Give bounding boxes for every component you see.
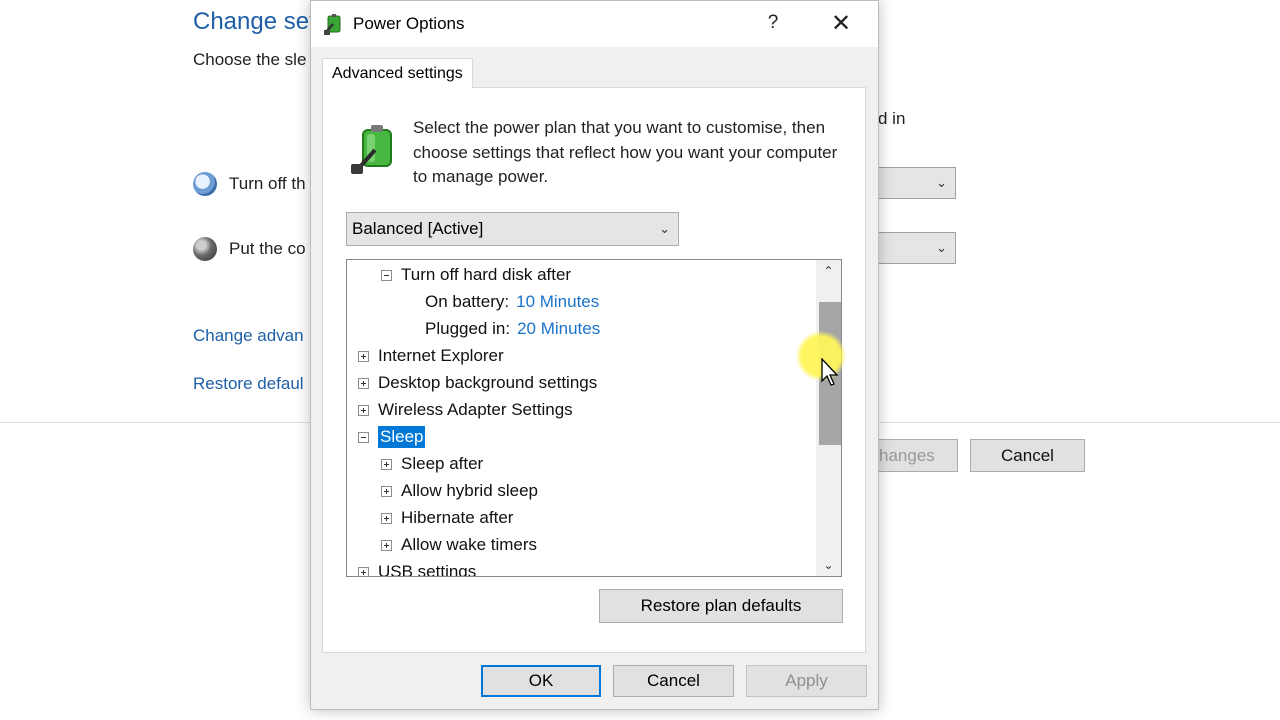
expand-icon[interactable] [358,377,369,389]
tree-item-hibernate-after[interactable]: Hibernate after [381,506,513,530]
tree-item-turn-off-hard-disk[interactable]: Turn off hard disk after [381,263,571,287]
divider [0,422,310,423]
dialog-title: Power Options [353,14,465,33]
scroll-up-icon[interactable]: ⌃ [816,264,841,278]
expand-icon[interactable] [358,350,369,362]
tree-item-on-battery[interactable]: On battery: 10 Minutes [425,290,599,314]
intro-text: Select the power plan that you want to c… [413,118,838,186]
battery-plug-icon [351,125,392,174]
sleep-label: Put the co [229,239,306,258]
page-title: Change set [193,8,316,35]
on-battery-value[interactable]: 10 Minutes [516,292,599,312]
tree-item-label: Allow wake timers [401,535,538,554]
chevron-down-icon: ⌄ [936,175,947,190]
ok-button[interactable]: OK [481,665,601,697]
expand-icon[interactable] [381,539,392,551]
help-button[interactable]: ? [763,12,783,34]
tree-item-plugged-in[interactable]: Plugged in: 20 Minutes [425,317,600,341]
tree-item-label: Allow hybrid sleep [401,481,539,500]
tree-item-usb-settings[interactable]: USB settings [358,560,476,576]
collapse-icon[interactable] [381,269,392,281]
expand-icon[interactable] [358,404,369,416]
tree-item-label: Wireless Adapter Settings [378,400,573,419]
tree-item-label: Desktop background settings [378,373,598,392]
tree-item-label: Internet Explorer [378,346,504,365]
tree-item-label: Hibernate after [401,508,514,527]
display-clock-icon [193,172,217,196]
change-advanced-link[interactable]: Change advan [193,326,304,346]
close-button[interactable]: ✕ [829,9,853,38]
tree-scrollbar[interactable]: ⌃ ⌄ [816,260,841,576]
restore-defaults-link[interactable]: Restore defaul [193,374,304,394]
power-plan-select[interactable]: Balanced [Active] ⌄ [346,212,679,246]
save-changes-button[interactable]: hanges [878,439,958,472]
tab-advanced-settings[interactable]: Advanced settings [322,58,473,88]
collapse-icon[interactable] [358,431,369,443]
apply-button[interactable]: Apply [746,665,867,697]
background-cancel-button[interactable]: Cancel [970,439,1085,472]
tree-item-label: Plugged in: [425,319,511,338]
divider [880,422,1280,423]
tree-item-desktop-background[interactable]: Desktop background settings [358,371,597,395]
plugged-in-value[interactable]: 20 Minutes [517,319,600,339]
turn-off-display-row: Turn off th [193,172,306,196]
tree-item-label: On battery: [425,292,510,311]
advanced-settings-panel: Select the power plan that you want to c… [322,87,866,653]
power-plan-value: Balanced [Active] [352,219,484,238]
expand-icon[interactable] [358,566,369,576]
restore-plan-defaults-button[interactable]: Restore plan defaults [599,589,843,623]
settings-tree[interactable]: Turn off hard disk after On battery: 10 … [346,259,842,577]
title-bar[interactable]: Power Options ? ✕ [311,1,878,47]
tree-item-hybrid-sleep[interactable]: Allow hybrid sleep [381,479,538,503]
turn-off-display-label: Turn off th [229,174,306,193]
chevron-down-icon: ⌄ [936,240,947,255]
sleep-row: Put the co [193,237,306,261]
tree-item-internet-explorer[interactable]: Internet Explorer [358,344,504,368]
tree-item-sleep[interactable]: Sleep [358,425,426,449]
scroll-down-icon[interactable]: ⌄ [816,558,841,572]
expand-icon[interactable] [381,485,392,497]
tree-item-label: USB settings [378,562,477,576]
chevron-down-icon: ⌄ [659,221,670,236]
tree-item-label: Turn off hard disk after [401,265,572,284]
tree-item-wireless-adapter[interactable]: Wireless Adapter Settings [358,398,573,422]
expand-icon[interactable] [381,458,392,470]
settings-tree-content: Turn off hard disk after On battery: 10 … [347,260,816,576]
tree-item-label-selected: Sleep [378,426,426,448]
power-options-app-icon [324,14,341,35]
column-header-plugged-in: d in [878,109,906,128]
turn-off-display-select[interactable]: ⌄ [878,167,956,199]
tree-item-label: Sleep after [401,454,484,473]
cancel-button[interactable]: Cancel [613,665,734,697]
sleep-moon-icon [193,237,217,261]
mouse-pointer-icon [821,358,839,386]
tree-item-sleep-after[interactable]: Sleep after [381,452,483,476]
expand-icon[interactable] [381,512,392,524]
power-options-dialog: Power Options ? ✕ Advanced settings Sele… [310,0,879,710]
sleep-select[interactable]: ⌄ [878,232,956,264]
tree-item-wake-timers[interactable]: Allow wake timers [381,533,537,557]
page-subtitle: Choose the sle [193,50,307,69]
